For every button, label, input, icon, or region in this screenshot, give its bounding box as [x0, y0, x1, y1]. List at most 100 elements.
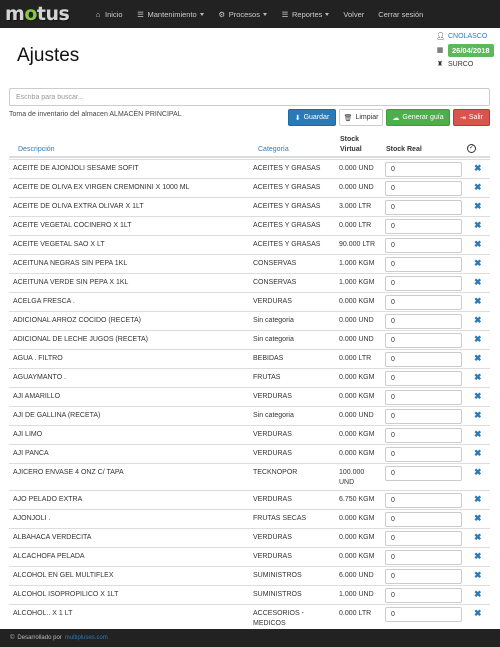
- stock-real-input[interactable]: [385, 466, 462, 481]
- stock-real-input[interactable]: [385, 219, 462, 234]
- stock-real-input[interactable]: [385, 409, 462, 424]
- table-row: AJICERO ENVASE 4 ONZ C/ TAPA TECKNOPOR 100…: [9, 463, 490, 490]
- remove-row-icon[interactable]: ✖: [474, 532, 482, 542]
- remove-row-icon[interactable]: ✖: [474, 513, 482, 523]
- stock-real-input[interactable]: [385, 314, 462, 329]
- remove-row-icon[interactable]: ✖: [474, 589, 482, 599]
- remove-row-icon[interactable]: ✖: [474, 220, 482, 230]
- cell-description: ADICIONAL DE LECHE JUGOS (RECETA): [13, 336, 148, 343]
- remove-row-icon[interactable]: ✖: [474, 608, 482, 618]
- store-name: SURCO: [448, 61, 474, 68]
- nav-item-volver[interactable]: Volver: [343, 10, 364, 19]
- stock-real-input[interactable]: [385, 569, 462, 584]
- stock-real-input[interactable]: [385, 428, 462, 443]
- stock-real-input[interactable]: [385, 257, 462, 272]
- stock-real-input[interactable]: [385, 371, 462, 386]
- nav-item-label: Mantenimiento: [147, 9, 197, 19]
- remove-row-icon[interactable]: ✖: [474, 570, 482, 580]
- remove-row-icon[interactable]: ✖: [474, 372, 482, 382]
- cell-stock-virtual: 0.000 KGM: [339, 393, 375, 400]
- stock-real-input[interactable]: [385, 447, 462, 462]
- list-icon: ☰: [137, 9, 144, 19]
- username[interactable]: CNOLASCO: [448, 33, 487, 40]
- remove-row-icon[interactable]: ✖: [474, 353, 482, 363]
- cell-description: ACELGA FRESCA .: [13, 298, 75, 305]
- cell-description: ALBAHACA VERDECITA: [13, 534, 92, 541]
- remove-row-icon[interactable]: ✖: [474, 258, 482, 268]
- remove-row-icon[interactable]: ✖: [474, 410, 482, 420]
- cell-category: VERDURAS: [253, 534, 292, 541]
- inventory-note: Toma de inventario del almacen ALMACÉN P…: [9, 111, 182, 118]
- stock-real-input[interactable]: [385, 352, 462, 367]
- calendar-icon: ▦: [436, 46, 444, 54]
- column-header-categoria[interactable]: Categoría: [258, 146, 289, 153]
- remove-row-icon[interactable]: ✖: [474, 467, 482, 477]
- nav-item-inicio[interactable]: ⌂ Inicio: [94, 10, 123, 19]
- nav-item-reportes[interactable]: ☰ Reportes: [281, 10, 330, 19]
- stock-real-input[interactable]: [385, 531, 462, 546]
- nav-item-label: Inicio: [105, 9, 123, 19]
- cell-description: ADICIONAL ARROZ COCIDO (RECETA): [13, 317, 141, 324]
- remove-row-icon[interactable]: ✖: [474, 391, 482, 401]
- stock-real-input[interactable]: [385, 550, 462, 565]
- stock-real-input[interactable]: [385, 162, 462, 177]
- table-row: ACEITE VEGETAL SAO X LT ACEITES Y GRASAS 9…: [9, 235, 490, 254]
- table-row: AJI PANCA VERDURAS 0.000 KGM ✖: [9, 444, 490, 463]
- cell-description: ACEITE VEGETAL SAO X LT: [13, 241, 105, 248]
- cell-description: ALCOHOL ISOPROPILICO X 1LT: [13, 591, 119, 598]
- cell-description: AJICERO ENVASE 4 ONZ C/ TAPA: [13, 469, 124, 476]
- page-title: Ajustes: [17, 45, 80, 66]
- remove-row-icon[interactable]: ✖: [474, 239, 482, 249]
- stock-real-input[interactable]: [385, 588, 462, 603]
- generate-guide-button[interactable]: ☁ Generar guía: [386, 109, 450, 126]
- stock-real-input[interactable]: [385, 238, 462, 253]
- stock-real-input[interactable]: [385, 390, 462, 405]
- logo[interactable]: motus: [5, 3, 80, 25]
- cell-description: AJI PANCA: [13, 450, 49, 457]
- cell-description: AGUA . FILTRO: [13, 355, 63, 362]
- clear-button[interactable]: 🗑︎ Limpiar: [339, 109, 383, 126]
- stock-real-input[interactable]: [385, 493, 462, 508]
- save-button[interactable]: ⬇ Guardar: [288, 109, 336, 126]
- caret-down-icon: [325, 12, 330, 16]
- stock-real-input[interactable]: [385, 295, 462, 310]
- table-row: AJI LIMO VERDURAS 0.000 KGM ✖: [9, 425, 490, 444]
- stock-real-input[interactable]: [385, 607, 462, 622]
- cell-category: VERDURAS: [253, 553, 292, 560]
- cell-stock-virtual: 1.000 KGM: [339, 279, 375, 286]
- remove-row-icon[interactable]: ✖: [474, 296, 482, 306]
- search-input[interactable]: [9, 88, 490, 106]
- column-header-descripcion[interactable]: Descripción: [18, 146, 55, 153]
- table-row: ACEITUNA NEGRAS SIN PEPA 1KL CONSERVAS 1.0…: [9, 254, 490, 273]
- cell-category: ACEITES Y GRASAS: [253, 241, 321, 248]
- footer-link[interactable]: multipluses.com: [65, 635, 108, 641]
- stock-real-input[interactable]: [385, 333, 462, 348]
- remove-row-icon[interactable]: ✖: [474, 448, 482, 458]
- stock-real-input[interactable]: [385, 276, 462, 291]
- remove-row-icon[interactable]: ✖: [474, 494, 482, 504]
- remove-row-icon[interactable]: ✖: [474, 163, 482, 173]
- nav-item-mantenimiento[interactable]: ☰ Mantenimiento: [137, 10, 204, 19]
- remove-row-icon[interactable]: ✖: [474, 277, 482, 287]
- exit-button[interactable]: ⇥ Salir: [453, 109, 490, 126]
- stock-real-input[interactable]: [385, 181, 462, 196]
- stock-real-input[interactable]: [385, 512, 462, 527]
- cell-category: VERDURAS: [253, 450, 292, 457]
- table-row: AJO PELADO EXTRA VERDURAS 6.750 KGM ✖: [9, 490, 490, 509]
- check-circle-icon: ✓: [467, 144, 476, 153]
- cell-description: AJO PELADO EXTRA: [13, 496, 83, 503]
- stock-real-input[interactable]: [385, 200, 462, 215]
- remove-row-icon[interactable]: ✖: [474, 334, 482, 344]
- cell-category: ACEITES Y GRASAS: [253, 184, 321, 191]
- remove-row-icon[interactable]: ✖: [474, 201, 482, 211]
- nav-item-procesos[interactable]: ⚙ Procesos: [218, 10, 267, 19]
- cell-description: AJI DE GALLINA (RECETA): [13, 412, 101, 419]
- remove-row-icon[interactable]: ✖: [474, 551, 482, 561]
- cell-stock-virtual: 3.000 LTR: [339, 203, 372, 210]
- remove-row-icon[interactable]: ✖: [474, 429, 482, 439]
- remove-row-icon[interactable]: ✖: [474, 182, 482, 192]
- nav-item-cerrar-sesi-n[interactable]: Cerrar sesión: [378, 10, 423, 19]
- remove-row-icon[interactable]: ✖: [474, 315, 482, 325]
- table-row: AJI AMARILLO VERDURAS 0.000 KGM ✖: [9, 387, 490, 406]
- table-row: ACEITE DE OLIVA EX VIRGEN CREMONINI X 10…: [9, 178, 490, 197]
